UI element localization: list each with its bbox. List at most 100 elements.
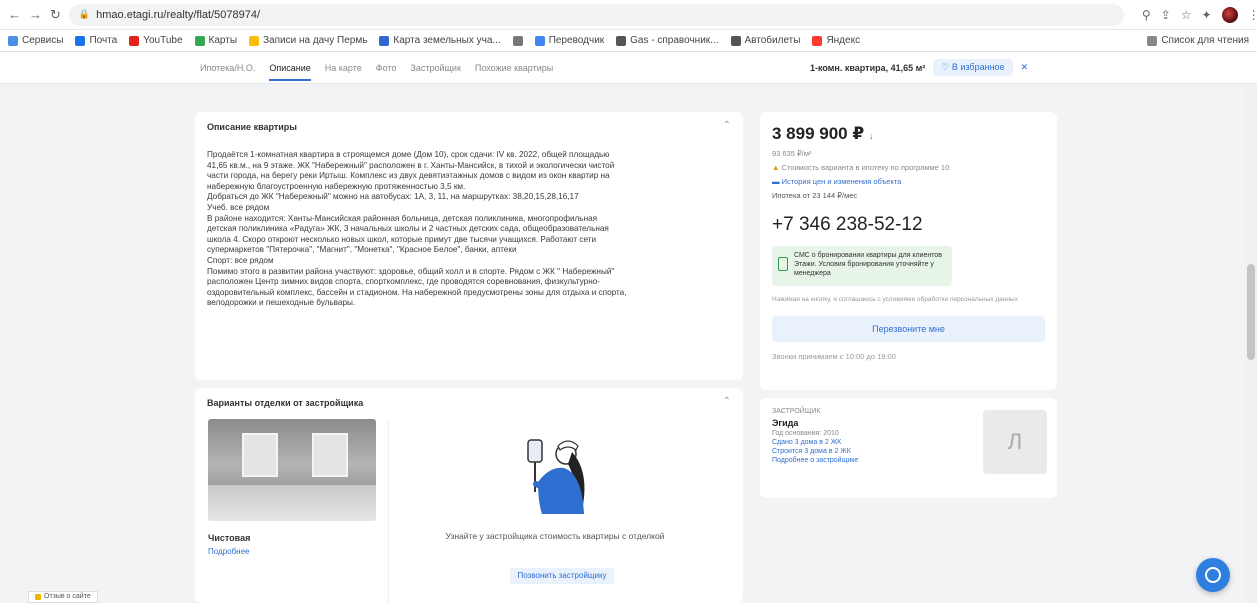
fine-print: Нажимая на кнопку, я соглашаюсь с услови… bbox=[772, 296, 1018, 303]
close-icon[interactable]: ✕ bbox=[1021, 62, 1029, 73]
description-line: детская поликлиника «Радуга» ЖК, 3 начал… bbox=[207, 224, 609, 234]
chevron-up-icon[interactable]: ⌃ bbox=[723, 396, 731, 407]
bookmark-label: Яндекс bbox=[826, 35, 861, 46]
bookmark-translate[interactable]: Переводчик bbox=[534, 35, 605, 46]
share-icon[interactable]: ⇪ bbox=[1161, 8, 1171, 22]
description-line: части города, на берегу реки Иртыш. Комп… bbox=[207, 171, 610, 181]
bookmark-label: YouTube bbox=[143, 35, 183, 46]
bookmark-services[interactable]: Сервисы bbox=[8, 35, 63, 46]
bookmark-tickets[interactable]: Автобилеты bbox=[730, 35, 801, 46]
tab-description[interactable]: Описание bbox=[269, 55, 311, 81]
painter-illustration bbox=[527, 439, 585, 514]
warning-icon: ▲ bbox=[772, 163, 780, 172]
tab-similar[interactable]: Похожие квартиры bbox=[475, 63, 553, 73]
object-title: 1-комн. квартира, 41,65 м² bbox=[810, 62, 926, 73]
extensions-icon[interactable]: ✦ bbox=[1202, 8, 1212, 22]
repair-option-link[interactable]: Подробнее bbox=[208, 547, 250, 556]
favorite-button[interactable]: ♡ В избранное bbox=[933, 59, 1013, 76]
tab-map[interactable]: На карте bbox=[325, 63, 362, 73]
call-hours: Звонки принимаем с 10:00 до 19:00 bbox=[772, 352, 896, 361]
description-line: оздоровительный комплекс, бассейн и стад… bbox=[207, 287, 627, 297]
bookmark-dacha[interactable]: Записи на дачу Пермь bbox=[249, 35, 367, 46]
page-scrollbar[interactable] bbox=[1245, 84, 1257, 603]
reading-list[interactable]: Список для чтения bbox=[1147, 35, 1249, 46]
description-line: 41,65 кв.м., на 9 этаже. ЖК "Набережный"… bbox=[207, 160, 615, 170]
translate-icon bbox=[534, 35, 545, 46]
profile-avatar[interactable] bbox=[1221, 6, 1238, 23]
bookmark-label: Карта земельных уча... bbox=[393, 35, 501, 46]
forward-icon[interactable]: → bbox=[29, 7, 42, 23]
description-line: Продаётся 1-комнатная квартира в строяще… bbox=[207, 150, 610, 159]
price-block: 3 899 900 ₽ ↓ bbox=[772, 124, 1045, 144]
bookmark-label: Почта bbox=[89, 35, 118, 46]
tab-developer[interactable]: Застройщик bbox=[410, 63, 460, 73]
reading-list-icon bbox=[1147, 35, 1158, 46]
lock-icon: 🔒 bbox=[78, 9, 91, 19]
menu-icon[interactable]: ⋮ bbox=[1248, 8, 1257, 22]
bookmark-gas[interactable]: Gas - справочник... bbox=[616, 35, 719, 46]
mortgage-note[interactable]: ▲ Стоимость варианта в ипотеку по програ… bbox=[772, 163, 1045, 172]
chevron-up-icon[interactable]: ⌃ bbox=[723, 120, 731, 131]
bookmark-youtube[interactable]: YouTube bbox=[129, 35, 183, 46]
tab-photo[interactable]: Фото bbox=[376, 63, 397, 73]
bookmark-land-map[interactable]: Карта земельных уча... bbox=[379, 35, 501, 46]
gas-icon bbox=[616, 35, 627, 46]
mortgage-calc[interactable]: Ипотека от 23 144 ₽/мес bbox=[772, 191, 1045, 200]
header-object-info: 1-комн. квартира, 41,65 м² ♡ В избранное… bbox=[810, 59, 1028, 76]
chat-icon bbox=[1205, 567, 1221, 583]
bookmark-label: Gas - справочник... bbox=[630, 35, 719, 46]
price-history-link[interactable]: ▬ История цен и изменения объекта bbox=[772, 177, 1045, 186]
call-developer-button[interactable]: Позвонить застройщику bbox=[510, 568, 614, 584]
description-line: В районе находится: Ханты-Мансийская рай… bbox=[207, 213, 598, 223]
description-line: Учеб. все рядом bbox=[207, 202, 270, 212]
tab-mortgage[interactable]: Ипотека/Н.О. bbox=[200, 63, 255, 73]
bookmark-label: Переводчик bbox=[548, 35, 605, 46]
window-shape bbox=[312, 433, 348, 477]
description-line: расположен Центр зимних видов спорта, сп… bbox=[207, 277, 601, 287]
address-bar[interactable]: 🔒 hmao.etagi.ru/realty/flat/5078974/ bbox=[68, 3, 1124, 26]
bookmark-label: Записи на дачу Пермь bbox=[263, 35, 368, 46]
description-line: Добраться до ЖК "Набережный" можно на ав… bbox=[207, 192, 579, 202]
price-value: 3 899 900 ₽ bbox=[772, 124, 865, 143]
price-per-m2: 93 635 ₽/м² bbox=[772, 149, 812, 158]
description-card: Описание квартиры ⌃ Продаётся 1-комнатна… bbox=[195, 112, 743, 380]
reading-list-label: Список для чтения bbox=[1161, 35, 1249, 46]
room-photo[interactable] bbox=[208, 419, 376, 521]
repair-cta-text: Узнайте у застройщика стоимость квартиры… bbox=[445, 531, 665, 541]
youtube-icon bbox=[129, 35, 140, 46]
bookmark-label: Автобилеты bbox=[744, 35, 801, 46]
chat-button[interactable] bbox=[1196, 558, 1230, 592]
search-icon[interactable]: ⚲ bbox=[1142, 8, 1151, 22]
star-icon[interactable]: ☆ bbox=[1181, 8, 1192, 22]
developer-card: ЗАСТРОЙЩИК Эгида Год основания: 2010 Сда… bbox=[760, 398, 1057, 498]
description-line: набережную благоустроенную набережную пр… bbox=[207, 181, 466, 191]
browser-toolbar: ← → ↻ 🔒 hmao.etagi.ru/realty/flat/507897… bbox=[0, 0, 1257, 30]
description-line: супермаркетов "Пятерочка", "Магнит", "Мо… bbox=[207, 245, 517, 255]
floor-shape bbox=[208, 485, 376, 521]
maps-icon bbox=[194, 35, 205, 46]
price-down-icon: ↓ bbox=[868, 131, 874, 141]
bookmark-mail[interactable]: Почта bbox=[75, 35, 117, 46]
feedback-tab[interactable]: Отзыв о сайте bbox=[28, 591, 98, 603]
bookmark-globe[interactable] bbox=[512, 35, 523, 46]
price-history-text: История цен и изменения объекта bbox=[781, 177, 902, 186]
bookmark-yandex[interactable]: Яндекс bbox=[812, 35, 860, 46]
ticket-icon bbox=[730, 35, 741, 46]
scrollbar-thumb[interactable] bbox=[1247, 264, 1255, 360]
repair-option-title: Чистовая bbox=[208, 533, 251, 543]
developer-logo[interactable]: Л bbox=[983, 410, 1047, 474]
bookmark-maps[interactable]: Карты bbox=[194, 35, 237, 46]
bookmark-label: Сервисы bbox=[22, 35, 64, 46]
reload-icon[interactable]: ↻ bbox=[50, 7, 61, 23]
promo-text: СМС о бронировании квартиры для клиентов… bbox=[794, 252, 943, 277]
map-icon bbox=[379, 35, 390, 46]
back-icon[interactable]: ← bbox=[8, 7, 21, 23]
description-title: Описание квартиры bbox=[207, 122, 297, 132]
description-text: Продаётся 1-комнатная квартира в строяще… bbox=[207, 150, 731, 309]
mortgage-note-text: Стоимость варианта в ипотеку по программ… bbox=[781, 163, 950, 172]
phone-number[interactable]: +7 346 238-52-12 bbox=[772, 214, 1045, 236]
description-line: Помимо этого в развитии района участвуют… bbox=[207, 266, 615, 276]
sms-promo: СМС о бронировании квартиры для клиентов… bbox=[772, 246, 952, 286]
globe-icon bbox=[512, 35, 523, 46]
callback-button[interactable]: Перезвоните мне bbox=[772, 316, 1045, 342]
